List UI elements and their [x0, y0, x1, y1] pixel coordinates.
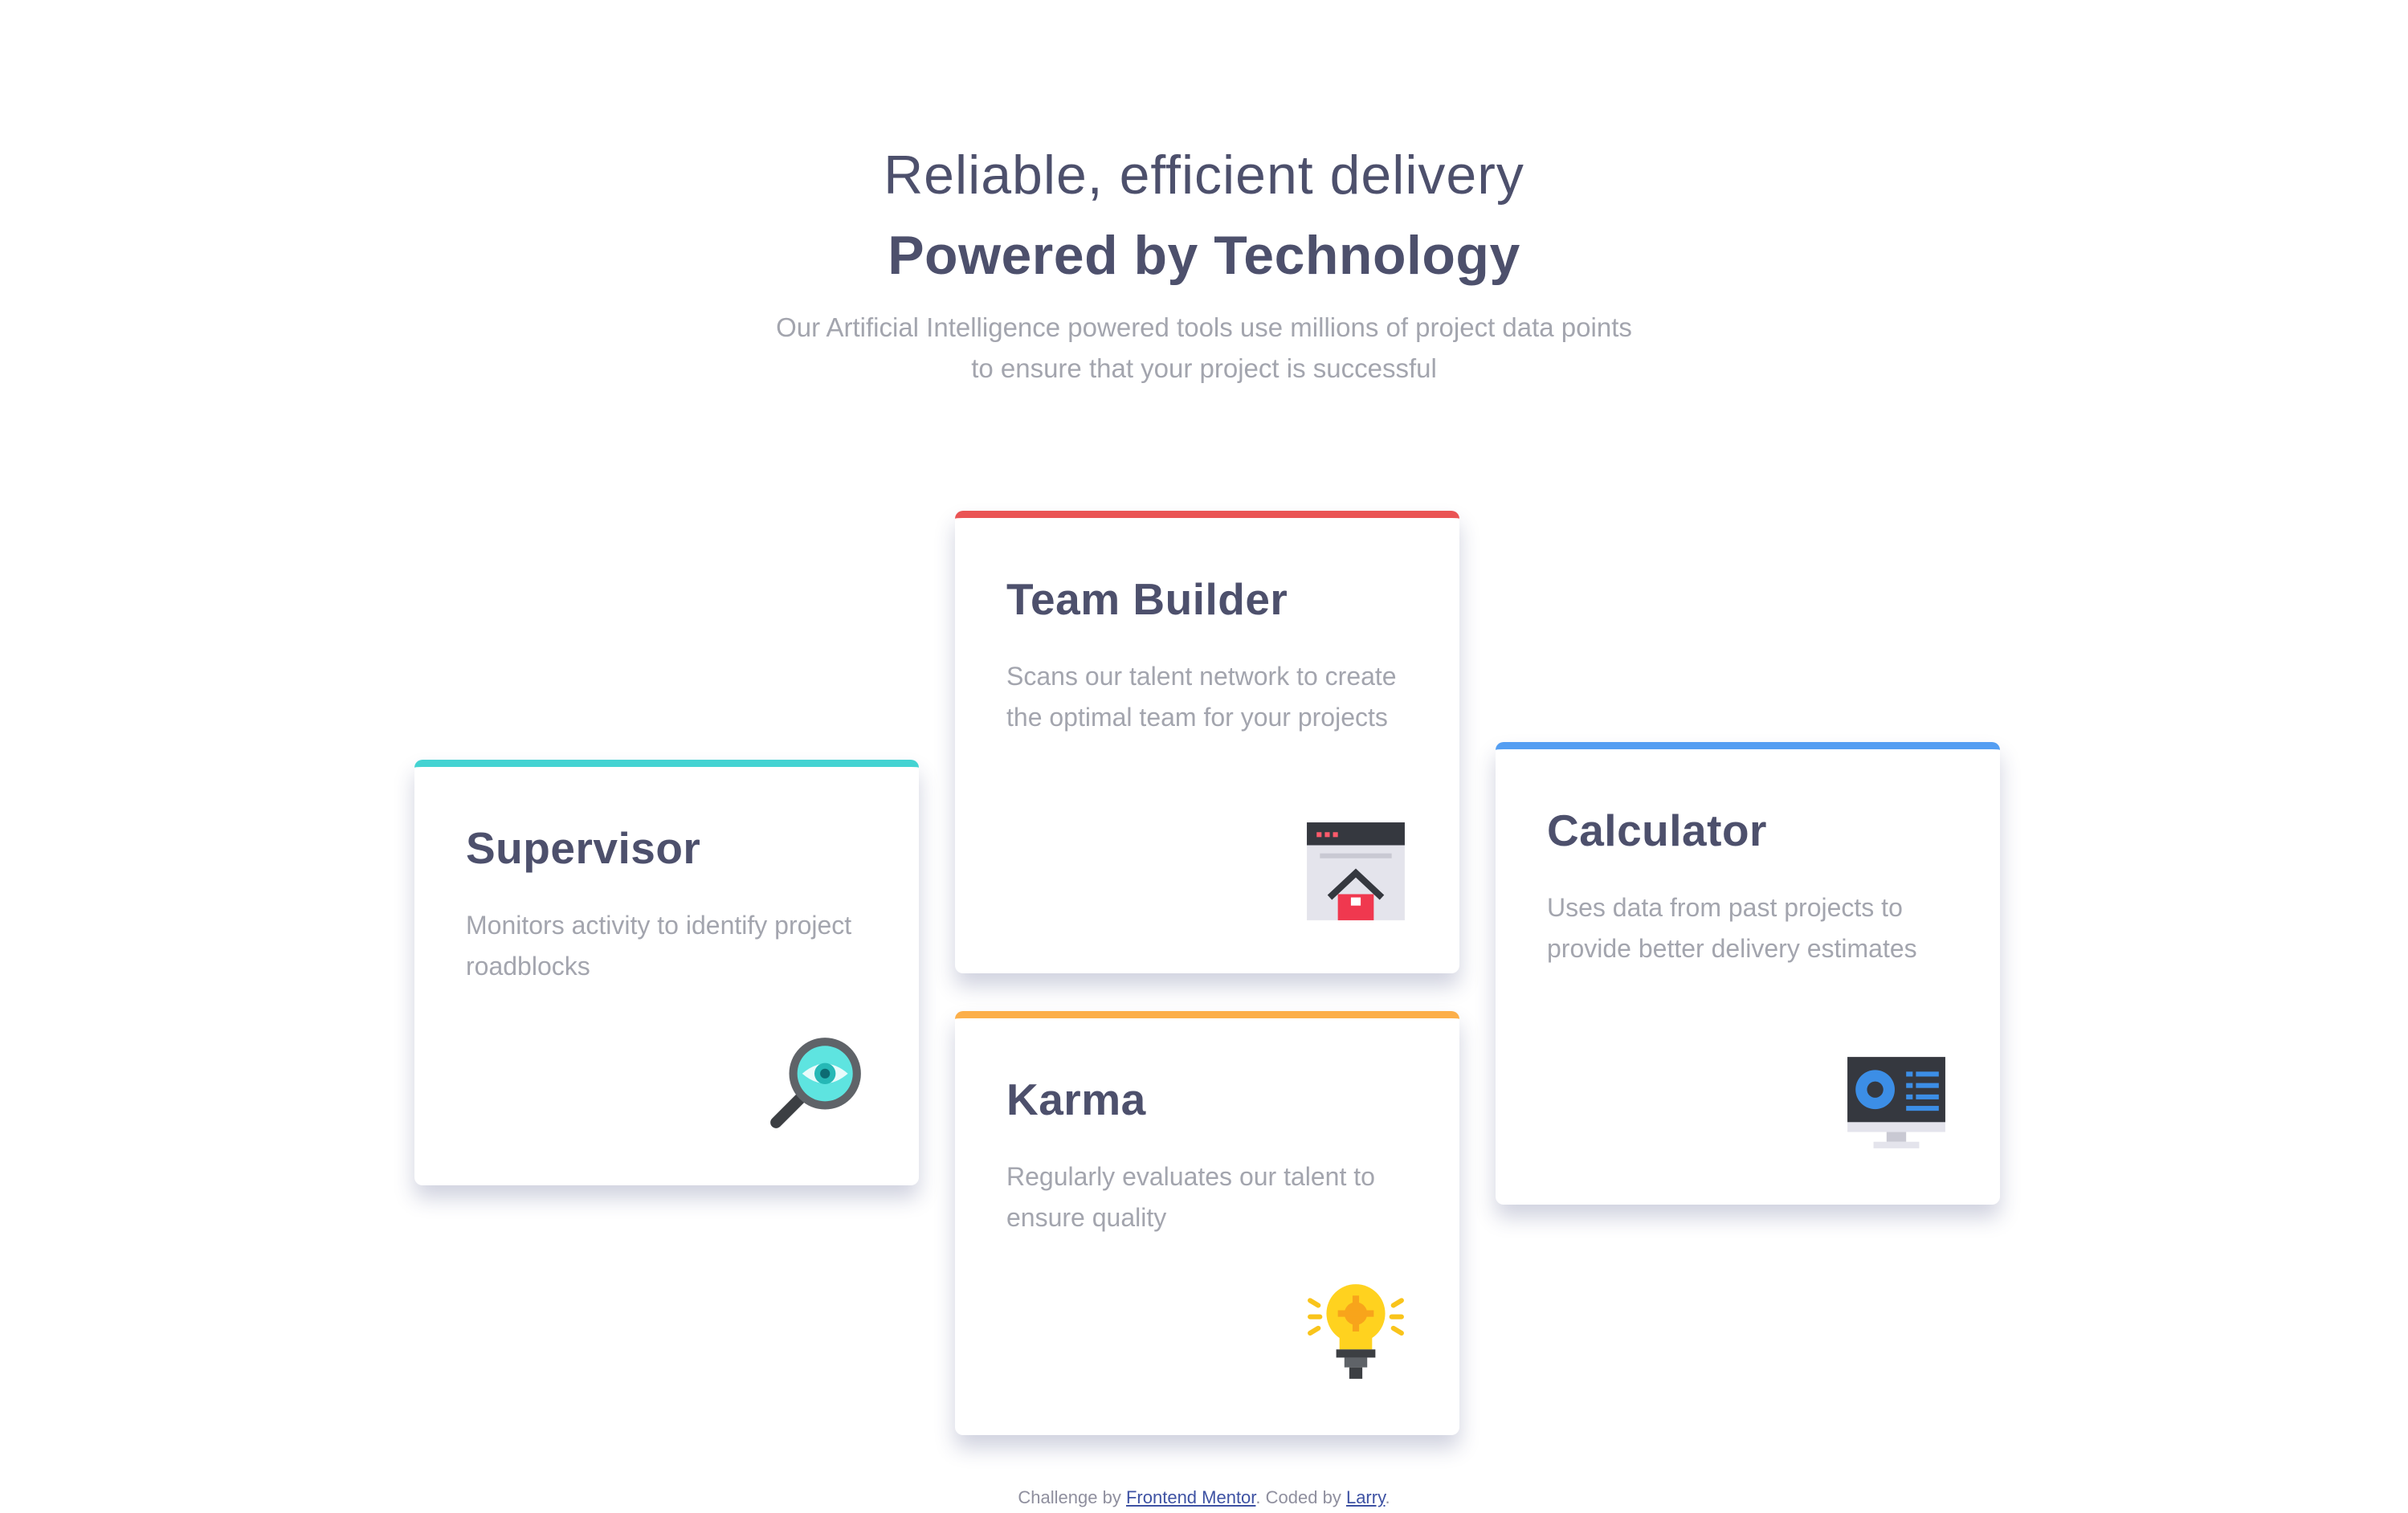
card-text: Regularly evaluates our talent to ensure… [1006, 1162, 1375, 1232]
footer-prefix: Challenge by [1018, 1487, 1121, 1507]
card-supervisor: Supervisor Monitors activity to identify… [414, 760, 919, 1185]
card-title: Team Builder [1006, 574, 1288, 624]
card-title: Calculator [1547, 805, 1767, 855]
card-team-builder: Team Builder Scans our talent network to… [955, 511, 1459, 973]
card-text: Uses data from past projects to provide … [1547, 893, 1917, 963]
card-calculator: Calculator Uses data from past projects … [1496, 742, 2000, 1205]
card-text: Scans our talent network to create the o… [1006, 662, 1397, 732]
magnifier-eye-icon [763, 1031, 867, 1136]
attribution-footer: Challenge by Frontend Mentor. Coded by L… [0, 1487, 2408, 1508]
page: Reliable, efficient delivery Powered by … [0, 0, 2408, 1513]
footer-suffix: . [1385, 1487, 1390, 1507]
page-subtitle: Reliable, efficient delivery [884, 145, 1524, 206]
card-title: Supervisor [466, 823, 701, 873]
browser-house-icon [1304, 819, 1408, 924]
lightbulb-icon [1304, 1281, 1408, 1385]
card-title: Karma [1006, 1075, 1146, 1124]
card-text: Monitors activity to identify project ro… [466, 911, 852, 981]
footer-middle: . Coded by [1255, 1487, 1341, 1507]
description-line-1: Our Artificial Intelligence powered tool… [776, 312, 1632, 342]
author-link[interactable]: Larry [1346, 1487, 1386, 1507]
page-title: Powered by Technology [888, 225, 1520, 286]
card-karma: Karma Regularly evaluates our talent to … [955, 1011, 1459, 1435]
description-line-2: to ensure that your project is successfu… [971, 353, 1437, 383]
frontend-mentor-link[interactable]: Frontend Mentor [1126, 1487, 1255, 1507]
page-header: Reliable, efficient delivery Powered by … [0, 135, 2408, 389]
monitor-chart-icon [1844, 1050, 1949, 1155]
page-description: Our Artificial Intelligence powered tool… [714, 307, 1694, 389]
